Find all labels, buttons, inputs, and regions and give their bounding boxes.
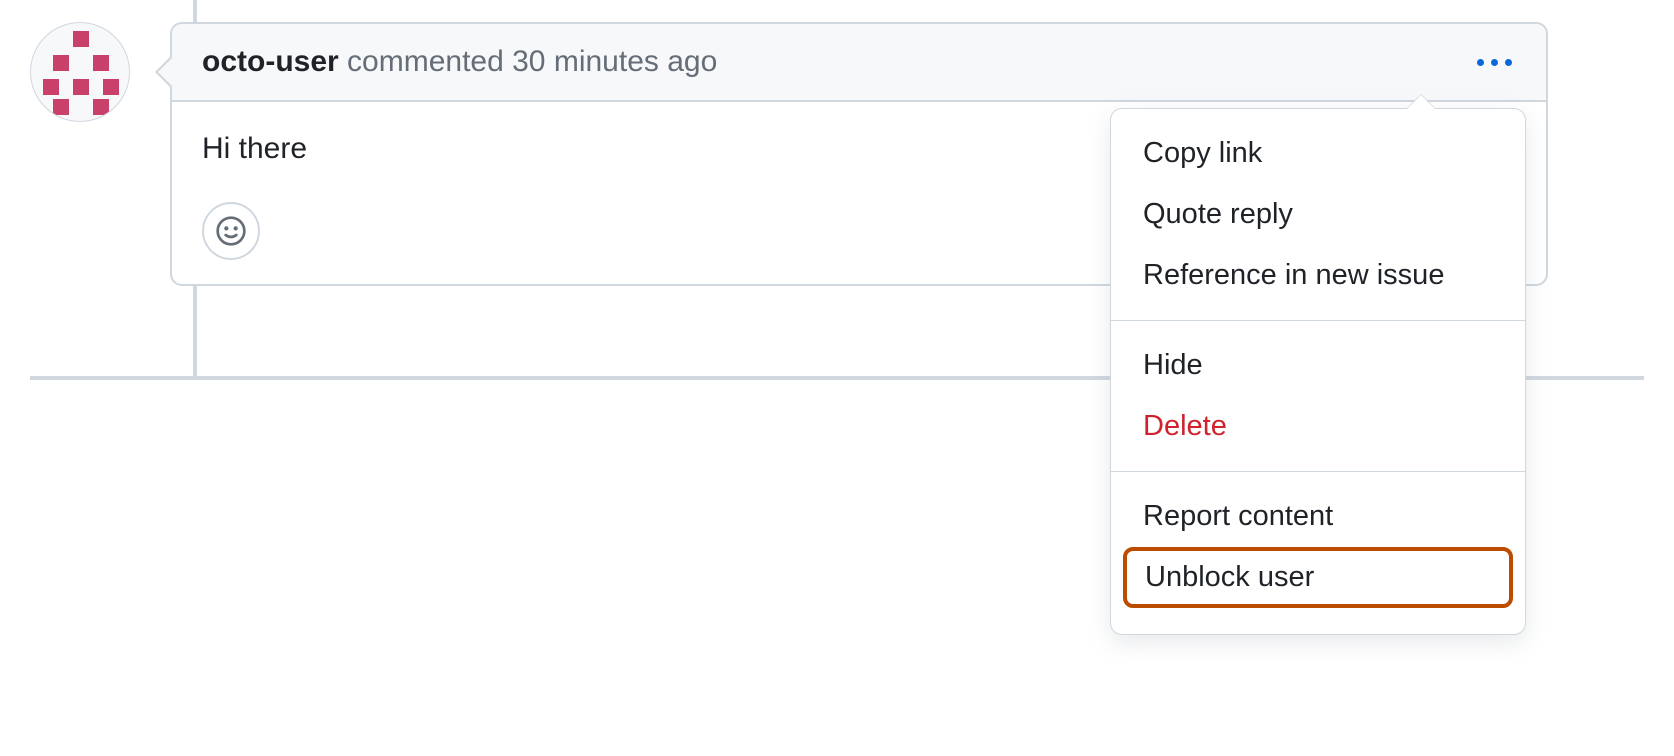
comment-arrow xyxy=(158,57,173,87)
dropdown-section-1: Copy link Quote reply Reference in new i… xyxy=(1111,109,1525,320)
menu-item-hide[interactable]: Hide xyxy=(1111,335,1525,396)
timestamp[interactable]: 30 minutes ago xyxy=(512,45,717,78)
menu-item-copy-link[interactable]: Copy link xyxy=(1111,123,1525,184)
kebab-menu-button[interactable] xyxy=(1472,44,1516,80)
dropdown-section-2: Hide Delete xyxy=(1111,321,1525,471)
dropdown-section-3: Report content Unblock user xyxy=(1111,472,1525,634)
menu-item-report-content[interactable]: Report content xyxy=(1111,486,1525,547)
comment-header-text: octo-user commented 30 minutes ago xyxy=(202,45,717,79)
kebab-icon xyxy=(1477,59,1512,66)
menu-item-reference-issue[interactable]: Reference in new issue xyxy=(1111,245,1525,306)
identicon-icon xyxy=(31,23,129,121)
menu-item-delete[interactable]: Delete xyxy=(1111,396,1525,457)
smiley-icon xyxy=(215,215,247,247)
avatar[interactable] xyxy=(30,22,130,122)
menu-item-unblock-user[interactable]: Unblock user xyxy=(1123,547,1513,608)
comment-header: octo-user commented 30 minutes ago xyxy=(172,24,1546,102)
add-reaction-button[interactable] xyxy=(202,202,260,260)
dropdown-caret xyxy=(1407,95,1435,109)
username[interactable]: octo-user xyxy=(202,45,339,78)
menu-item-quote-reply[interactable]: Quote reply xyxy=(1111,184,1525,245)
action-text: commented xyxy=(347,45,504,78)
comment-actions-dropdown: Copy link Quote reply Reference in new i… xyxy=(1110,108,1526,635)
